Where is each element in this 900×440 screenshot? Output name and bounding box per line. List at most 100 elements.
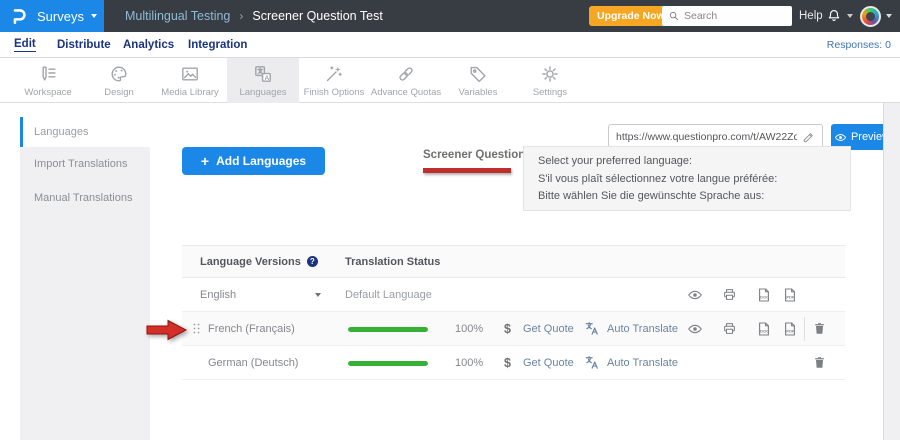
finish-options-icon [324, 64, 344, 84]
sidebar-item-import-translations[interactable]: Import Translations [20, 147, 150, 181]
plus-icon: + [201, 153, 209, 169]
app-window: Surveys Multilingual Testing › Screener … [0, 0, 900, 440]
translation-progress-percent: 100% [455, 346, 483, 379]
toolbar-item-finish-options[interactable]: Finish Options [298, 58, 370, 103]
toolbar-item-media-library[interactable]: Media Library [154, 58, 226, 103]
screener-question-fr: S'il vous plaît sélectionnez votre langu… [538, 171, 836, 189]
table-row-english: English Default Language DOC PDF [182, 278, 845, 312]
eye-icon [687, 287, 703, 303]
eye-icon [687, 321, 703, 337]
auto-translate-link[interactable]: Auto Translate [607, 312, 678, 345]
top-bar: Surveys Multilingual Testing › Screener … [0, 0, 900, 32]
edit-toolbar: Workspace Design Media Library A Languag… [0, 58, 900, 103]
pdf-file-icon: PDF [782, 321, 798, 337]
toolbar-item-variables[interactable]: Variables [442, 58, 514, 103]
svg-text:DOC: DOC [760, 329, 769, 333]
breadcrumb-survey-name[interactable]: Multilingual Testing [125, 9, 230, 23]
advance-quotas-icon [396, 64, 416, 84]
product-label: Surveys [37, 9, 84, 24]
survey-url-text: https://www.questionpro.com/t/AW22Zd50 [616, 131, 797, 143]
edit-pencil-icon[interactable] [802, 131, 815, 144]
get-quote-link[interactable]: Get Quote [523, 312, 574, 345]
bell-icon [826, 8, 842, 24]
upgrade-now-button[interactable]: Upgrade Now [589, 6, 673, 26]
table-row-french: French (Français) 100% $ Get Quote Auto … [182, 312, 845, 346]
language-name: French (Français) [208, 312, 295, 345]
language-name: English [200, 278, 236, 311]
tab-distribute[interactable]: Distribute [57, 32, 111, 57]
search-input[interactable] [684, 10, 786, 22]
languages-sidebar: Languages Import Translations Manual Tra… [20, 117, 150, 440]
print-language-button[interactable] [722, 312, 737, 345]
table-row-german: German (Deutsch) 100% $ Get Quote Auto T… [182, 346, 845, 380]
surveys-menu[interactable]: Surveys [0, 0, 104, 32]
languages-icon: A [253, 64, 273, 84]
chevron-down-icon [847, 14, 853, 18]
preview-language-button[interactable] [687, 312, 703, 345]
tab-analytics[interactable]: Analytics [123, 32, 174, 57]
notifications-button[interactable] [826, 0, 853, 32]
doc-file-icon: DOC [756, 287, 772, 303]
global-search[interactable] [662, 6, 792, 26]
language-versions-table: Language Versions ? Translation Status E… [182, 245, 845, 380]
drag-handle-icon[interactable] [188, 312, 205, 345]
translation-progress-bar [348, 361, 428, 366]
breadcrumb: Multilingual Testing › Screener Question… [125, 0, 383, 32]
doc-file-icon: DOC [756, 321, 772, 337]
translate-icon [584, 312, 601, 345]
translate-icon [584, 346, 601, 379]
trash-icon [812, 321, 827, 336]
workspace-icon [38, 64, 58, 84]
account-menu[interactable] [860, 0, 892, 32]
toolbar-item-advance-quotas[interactable]: Advance Quotas [370, 58, 442, 103]
tab-integration[interactable]: Integration [188, 32, 247, 57]
export-doc-button[interactable]: DOC [756, 278, 772, 311]
toolbar-item-languages[interactable]: A Languages [227, 58, 299, 103]
toolbar-item-workspace[interactable]: Workspace [12, 58, 84, 103]
translation-progress-percent: 100% [455, 312, 483, 345]
trash-icon [812, 355, 827, 370]
questionpro-logo-icon [10, 7, 29, 26]
print-language-button[interactable] [722, 278, 737, 311]
delete-language-button[interactable] [812, 346, 827, 379]
settings-icon [540, 64, 560, 84]
toolbar-item-settings[interactable]: Settings [514, 58, 586, 103]
responses-count[interactable]: Responses: 0 [827, 32, 891, 57]
breadcrumb-page-title: Screener Question Test [252, 9, 382, 23]
variables-icon [468, 64, 488, 84]
sidebar-item-manual-translations[interactable]: Manual Translations [20, 181, 150, 215]
divider [804, 317, 805, 341]
auto-translate-link[interactable]: Auto Translate [607, 346, 678, 379]
dollar-icon: $ [504, 312, 511, 345]
export-pdf-button[interactable]: PDF [782, 312, 798, 345]
toolbar-item-design[interactable]: Design [83, 58, 155, 103]
get-quote-link[interactable]: Get Quote [523, 346, 574, 379]
screener-question-label: Screener Question : [423, 149, 532, 161]
preview-language-button[interactable] [687, 278, 703, 311]
avatar [860, 6, 881, 27]
screener-question-en: Select your preferred language: [538, 153, 836, 171]
eye-icon [834, 131, 847, 144]
translation-progress-bar [348, 327, 428, 332]
default-language-dropdown[interactable] [315, 278, 321, 311]
help-link[interactable]: Help [799, 0, 823, 32]
default-language-status: Default Language [345, 278, 432, 311]
printer-icon [722, 287, 737, 302]
export-doc-button[interactable]: DOC [756, 312, 772, 345]
screener-question-preview-box: Select your preferred language: S'il vou… [523, 146, 851, 211]
export-pdf-button[interactable]: PDF [782, 278, 798, 311]
svg-text:A: A [265, 75, 270, 82]
search-icon [668, 10, 680, 22]
media-library-icon [180, 64, 200, 84]
language-name: German (Deutsch) [208, 346, 298, 379]
red-arrow-annotation [145, 317, 189, 343]
svg-text:PDF: PDF [786, 295, 795, 299]
tab-edit[interactable]: Edit [14, 32, 36, 57]
add-languages-button[interactable]: + Add Languages [182, 147, 325, 175]
sidebar-item-languages[interactable]: Languages [20, 117, 150, 147]
chevron-down-icon [886, 14, 892, 18]
red-underline-annotation [423, 168, 511, 173]
delete-language-button[interactable] [812, 312, 827, 345]
printer-icon [722, 321, 737, 336]
help-icon[interactable]: ? [307, 256, 318, 267]
